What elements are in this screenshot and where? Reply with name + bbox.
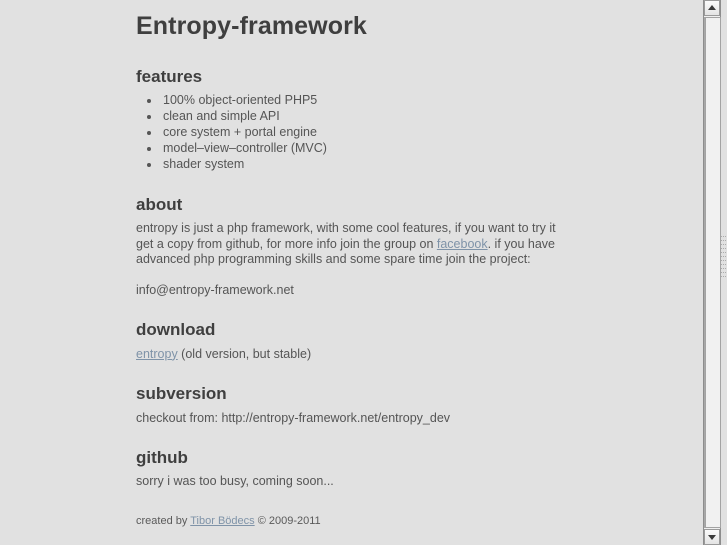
author-link[interactable]: Tibor Bödecs — [190, 515, 254, 527]
list-item: 100% object-oriented PHP5 — [161, 93, 576, 109]
scrollbar-up-button[interactable] — [704, 0, 720, 16]
list-item: shader system — [161, 157, 576, 173]
list-item: core system + portal engine — [161, 125, 576, 141]
scrollbar-thumb[interactable] — [705, 17, 721, 528]
vertical-scrollbar[interactable] — [703, 0, 721, 545]
window-resize-grip[interactable] — [721, 236, 727, 280]
footer-copyright: © 2009-2011 — [254, 514, 321, 527]
footer: created by Tibor Bödecs © 2009-2011 — [136, 514, 576, 528]
features-list: 100% object-oriented PHP5 clean and simp… — [136, 93, 576, 173]
subversion-text: checkout from: http://entropy-framework.… — [136, 410, 451, 425]
facebook-link[interactable]: facebook — [437, 237, 488, 251]
scrollbar-down-button[interactable] — [704, 529, 720, 545]
content-column: Entropy-framework features 100% object-o… — [136, 0, 576, 528]
section-heading-download: download — [136, 320, 216, 340]
section-heading-about: about — [136, 194, 183, 214]
entropy-download-link[interactable]: entropy — [136, 347, 178, 361]
page-title: Entropy-framework — [136, 12, 367, 40]
triangle-down-icon — [708, 535, 716, 540]
scrollbar-track[interactable] — [704, 17, 721, 528]
page-viewport: Entropy-framework features 100% object-o… — [0, 0, 703, 545]
list-item: clean and simple API — [161, 109, 576, 125]
download-paragraph: entropy (old version, but stable) — [136, 347, 576, 363]
section-heading-subversion: subversion — [136, 384, 227, 404]
section-heading-features: features — [136, 67, 203, 86]
about-paragraph: entropy is just a php framework, with so… — [136, 221, 576, 268]
footer-prefix: created by — [136, 514, 191, 527]
contact-email: info@entropy-framework.net — [136, 282, 294, 297]
triangle-up-icon — [708, 5, 716, 10]
download-note: (old version, but stable) — [177, 346, 312, 361]
list-item: model–view–controller (MVC) — [161, 141, 576, 157]
github-text: sorry i was too busy, coming soon... — [136, 474, 334, 489]
section-heading-github: github — [136, 448, 188, 468]
